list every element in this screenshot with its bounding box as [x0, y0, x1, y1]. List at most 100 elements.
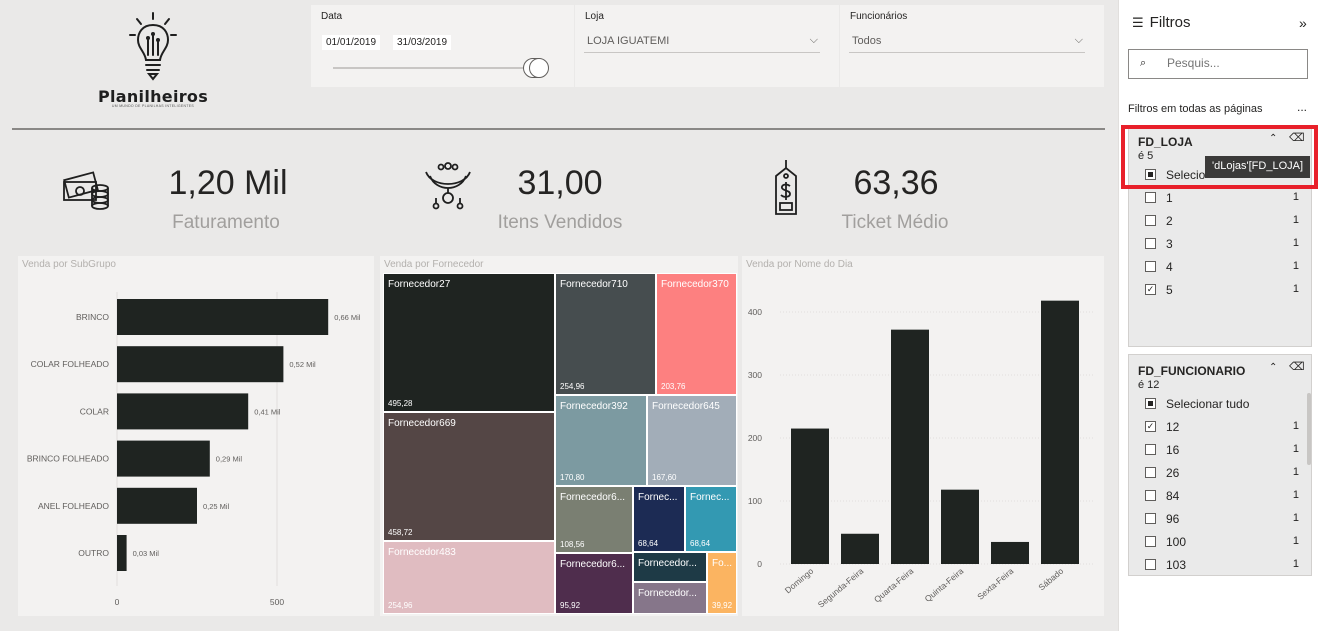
filter-option-row[interactable]: 11 [1145, 189, 1305, 207]
card-scrollbar[interactable] [1307, 393, 1311, 465]
filter-option-row[interactable]: ✓ 12 1 [1145, 418, 1305, 436]
filter-option-label: 3 [1166, 237, 1173, 251]
treemap-cell[interactable]: Fo... 39,92 [707, 552, 737, 614]
column-bar[interactable] [991, 541, 1029, 564]
checkbox-checked[interactable]: ✓ [1145, 421, 1156, 432]
column-bar[interactable] [891, 329, 929, 564]
filter-option-row[interactable]: 21 [1145, 212, 1305, 230]
header-divider [12, 128, 1105, 130]
checkbox[interactable] [1145, 513, 1156, 524]
funcionarios-slicer-title: Funcionários [850, 11, 908, 22]
column-bar[interactable] [941, 489, 979, 564]
filter-option-row[interactable]: 96 1 [1145, 510, 1305, 528]
data-label: 0,03 Mil [133, 549, 160, 558]
loja-dropdown[interactable]: LOJA IGUATEMI ⌵ [584, 31, 820, 53]
treemap-cell[interactable]: Fornec... 68,64 [633, 486, 685, 552]
treemap-cell-value: 95,92 [560, 601, 581, 610]
treemap-cell[interactable]: Fornecedor483 254,96 [383, 541, 555, 614]
treemap-cell[interactable]: Fornecedor710 254,96 [555, 273, 656, 395]
column-bar[interactable] [1041, 300, 1079, 564]
data-label: 0,29 Mil [216, 455, 243, 464]
treemap-cell-value: 203,76 [661, 382, 686, 391]
filter-option-row[interactable]: 31 [1145, 235, 1305, 253]
treemap-cell-name: Fornecedor370 [661, 279, 729, 290]
treemap-cell[interactable]: Fornecedor27 495,28 [383, 273, 555, 412]
funcionarios-dropdown[interactable]: Todos ⌵ [849, 31, 1085, 53]
treemap-cell[interactable]: Fornecedor669 458,72 [383, 412, 555, 541]
x-tick-label: 500 [270, 597, 284, 607]
bar[interactable] [117, 535, 127, 571]
treemap-cell[interactable]: Fornecedor370 203,76 [656, 273, 737, 395]
date-end-input[interactable]: 31/03/2019 [393, 35, 452, 50]
collapse-card-icon[interactable]: ⌃ [1269, 362, 1277, 373]
data-label: 0,66 Mil [334, 313, 361, 322]
subgrupo-bar-chart[interactable]: Venda por SubGrupo BRINCO 0,66 Mil COLAR F… [18, 256, 374, 616]
checkbox[interactable] [1145, 192, 1156, 203]
bar[interactable] [117, 487, 197, 524]
faturamento-value: 1,20 Mil [168, 164, 288, 202]
date-slicer: Data 01/01/2019 31/03/2019 [311, 5, 574, 87]
checkbox[interactable] [1145, 444, 1156, 455]
filter-option-row[interactable]: 41 [1145, 258, 1305, 276]
checkbox[interactable] [1145, 398, 1156, 409]
checkbox[interactable] [1145, 261, 1156, 272]
x-tick-label: Sexta-Feira [975, 566, 1015, 602]
report-canvas: Planilheiros UM MUNDO DE PLANILHAS INTEL… [0, 0, 1117, 631]
filters-search[interactable]: ⌕ [1128, 49, 1308, 79]
filter-option-row[interactable]: Selecionar tudo [1145, 395, 1305, 413]
treemap-cell[interactable]: Fornecedor6... 95,92 [555, 553, 633, 614]
date-slicer-title: Data [321, 11, 343, 22]
bar[interactable] [117, 393, 249, 430]
clear-filter-icon[interactable]: ⌫ [1289, 360, 1305, 373]
bar[interactable] [117, 299, 329, 335]
x-tick-label: 0 [115, 597, 120, 607]
column-bar[interactable] [841, 533, 879, 564]
checkbox[interactable] [1145, 467, 1156, 478]
checkbox[interactable] [1145, 238, 1156, 249]
fornecedor-treemap[interactable]: Venda por Fornecedor Fornecedor27 495,28 F… [380, 256, 738, 616]
filter-option-row[interactable]: 16 1 [1145, 441, 1305, 459]
search-icon: ⌕ [1140, 57, 1147, 69]
loja-slicer-title: Loja [585, 11, 604, 22]
checkbox-checked[interactable]: ✓ [1145, 284, 1156, 295]
filter-option-count: 1 [1292, 260, 1299, 272]
filter-option-row[interactable]: 100 1 [1145, 533, 1305, 551]
more-options-icon[interactable]: ... [1297, 100, 1307, 114]
date-range-handle-end[interactable] [529, 58, 549, 78]
filter-option-label: 1 [1166, 191, 1173, 205]
filter-card-condition: é 12 [1138, 379, 1160, 391]
treemap-cell[interactable]: Fornecedor... [633, 582, 707, 614]
dia-column-chart[interactable]: Venda por Nome do Dia 0 100 200 300 400 Domin… [742, 256, 1104, 616]
filter-option-label: 26 [1166, 466, 1180, 480]
checkbox[interactable] [1145, 215, 1156, 226]
filter-option-row[interactable]: 84 1 [1145, 487, 1305, 505]
collapse-pane-icon[interactable]: » [1299, 15, 1307, 31]
filter-option-count: 1 [1292, 420, 1299, 432]
treemap-cell[interactable]: Fornecedor6... 108,56 [555, 486, 633, 553]
checkbox[interactable] [1145, 559, 1156, 570]
treemap-cell[interactable]: Fornecedor... [633, 552, 707, 582]
filter-option-row[interactable]: ✓ 5 1 [1145, 281, 1305, 299]
filter-option-label: 100 [1166, 535, 1187, 549]
treemap-cell[interactable]: Fornec... 68,64 [685, 486, 737, 552]
category-label: BRINCO [76, 312, 109, 322]
bar[interactable] [117, 346, 284, 383]
loja-dropdown-value: LOJA IGUATEMI [587, 35, 670, 47]
checkbox[interactable] [1145, 536, 1156, 547]
treemap-cell[interactable]: Fornecedor392 170,80 [555, 395, 647, 486]
bar[interactable] [117, 440, 210, 477]
x-tick-label: Domingo [783, 566, 816, 596]
filter-option-row[interactable]: 26 1 [1145, 464, 1305, 482]
treemap-cell-name: Fornecedor... [638, 558, 697, 569]
filter-option-label: 96 [1166, 512, 1180, 526]
date-start-input[interactable]: 01/01/2019 [322, 35, 381, 50]
filter-option-row[interactable]: 103 1 [1145, 556, 1305, 574]
column-bar[interactable] [791, 428, 829, 564]
treemap-cell[interactable]: Fornecedor645 167,60 [647, 395, 737, 486]
filters-search-input[interactable] [1167, 56, 1297, 70]
filters-pane-title: Filtros [1149, 14, 1191, 31]
filter-option-label: 5 [1166, 283, 1173, 297]
filter-card-fd-funcionario[interactable]: FD_FUNCIONARIO é 12 ⌃ ⌫ Selecionar tudo ✓… [1128, 354, 1312, 576]
checkbox[interactable] [1145, 490, 1156, 501]
filter-option-label: 16 [1166, 443, 1180, 457]
